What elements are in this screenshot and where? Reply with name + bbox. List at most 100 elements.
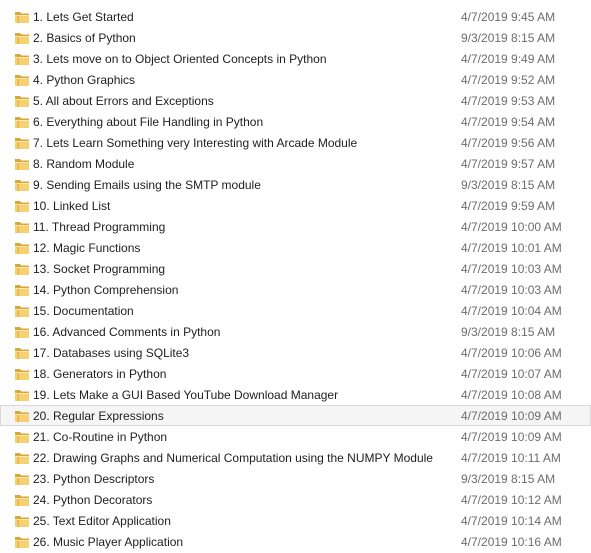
file-date-modified: 4/7/2019 10:14 AM [461, 514, 562, 528]
file-name: 12. Magic Functions [33, 241, 141, 255]
folder-icon [15, 390, 29, 401]
folder-icon [15, 327, 29, 338]
file-row[interactable]: 4. Python Graphics 4/7/2019 9:52 AM [0, 69, 591, 90]
file-row[interactable]: 13. Socket Programming 4/7/2019 10:03 AM [0, 258, 591, 279]
file-name: 5. All about Errors and Exceptions [33, 94, 214, 108]
folder-icon [15, 180, 29, 191]
file-name: 24. Python Decorators [33, 493, 153, 507]
file-name: 1. Lets Get Started [33, 10, 134, 24]
file-name: 26. Music Player Application [33, 535, 184, 549]
file-date-modified: 4/7/2019 10:16 AM [461, 535, 562, 549]
file-row[interactable]: 3. Lets move on to Object Oriented Conce… [0, 48, 591, 69]
folder-icon [15, 12, 29, 23]
folder-icon [15, 411, 29, 422]
file-date-modified: 4/7/2019 10:04 AM [461, 304, 562, 318]
file-name: 7. Lets Learn Something very Interesting… [33, 136, 358, 150]
file-name: 15. Documentation [33, 304, 134, 318]
file-name: 3. Lets move on to Object Oriented Conce… [33, 52, 327, 66]
file-row[interactable]: 9. Sending Emails using the SMTP module … [0, 174, 591, 195]
file-date-modified: 4/7/2019 9:49 AM [461, 52, 556, 66]
file-row[interactable]: 17. Databases using SQLite3 4/7/2019 10:… [0, 342, 591, 363]
file-date-modified: 4/7/2019 10:08 AM [461, 388, 562, 402]
file-date-modified: 4/7/2019 10:07 AM [461, 367, 562, 381]
file-name: 25. Text Editor Application [33, 514, 171, 528]
file-name: 2. Basics of Python [33, 31, 136, 45]
file-date-modified: 4/7/2019 9:54 AM [461, 115, 556, 129]
file-name: 23. Python Descriptors [33, 472, 155, 486]
file-row[interactable]: 5. All about Errors and Exceptions 4/7/2… [0, 90, 591, 111]
file-row[interactable]: 15. Documentation 4/7/2019 10:04 AM [0, 300, 591, 321]
file-row[interactable]: 19. Lets Make a GUI Based YouTube Downlo… [0, 384, 591, 405]
file-row[interactable]: 6. Everything about File Handling in Pyt… [0, 111, 591, 132]
folder-icon [15, 96, 29, 107]
file-name: 22. Drawing Graphs and Numerical Computa… [33, 451, 433, 465]
file-row[interactable]: 22. Drawing Graphs and Numerical Computa… [0, 447, 591, 468]
folder-icon [15, 453, 29, 464]
file-name: 17. Databases using SQLite3 [33, 346, 190, 360]
folder-icon [15, 33, 29, 44]
file-row[interactable]: 11. Thread Programming 4/7/2019 10:00 AM [0, 216, 591, 237]
file-date-modified: 9/3/2019 8:15 AM [461, 31, 556, 45]
file-name: 6. Everything about File Handling in Pyt… [33, 115, 264, 129]
folder-icon [15, 201, 29, 212]
file-date-modified: 9/3/2019 8:15 AM [461, 178, 556, 192]
folder-icon [15, 222, 29, 233]
folder-icon [15, 138, 29, 149]
file-name: 8. Random Module [33, 157, 135, 171]
file-date-modified: 4/7/2019 9:52 AM [461, 73, 556, 87]
folder-icon [15, 369, 29, 380]
file-row[interactable]: 10. Linked List 4/7/2019 9:59 AM [0, 195, 591, 216]
file-row[interactable]: 18. Generators in Python 4/7/2019 10:07 … [0, 363, 591, 384]
folder-icon [15, 432, 29, 443]
file-name: 19. Lets Make a GUI Based YouTube Downlo… [33, 388, 339, 402]
folder-icon [15, 537, 29, 548]
file-row[interactable]: 26. Music Player Application 4/7/2019 10… [0, 531, 591, 552]
file-date-modified: 4/7/2019 9:45 AM [461, 10, 556, 24]
file-date-modified: 4/7/2019 9:57 AM [461, 157, 556, 171]
file-row[interactable]: 7. Lets Learn Something very Interesting… [0, 132, 591, 153]
file-name: 4. Python Graphics [33, 73, 136, 87]
file-row[interactable]: 25. Text Editor Application 4/7/2019 10:… [0, 510, 591, 531]
file-date-modified: 4/7/2019 9:59 AM [461, 199, 556, 213]
file-row[interactable]: 8. Random Module 4/7/2019 9:57 AM [0, 153, 591, 174]
folder-icon [15, 54, 29, 65]
file-name: 11. Thread Programming [33, 220, 166, 234]
folder-icon [15, 159, 29, 170]
file-name: 13. Socket Programming [33, 262, 166, 276]
file-name: 10. Linked List [33, 199, 111, 213]
folder-icon [15, 264, 29, 275]
folder-icon [15, 516, 29, 527]
folder-icon [15, 474, 29, 485]
file-row[interactable]: 16. Advanced Comments in Python 9/3/2019… [0, 321, 591, 342]
folder-icon [15, 495, 29, 506]
folder-icon [15, 117, 29, 128]
file-name: 9. Sending Emails using the SMTP module [33, 178, 261, 192]
file-list: 1. Lets Get Started 4/7/2019 9:45 AM 2. … [0, 6, 591, 552]
file-name: 16. Advanced Comments in Python [33, 325, 221, 339]
file-date-modified: 4/7/2019 10:11 AM [461, 451, 561, 465]
file-row[interactable]: 20. Regular Expressions 4/7/2019 10:09 A… [0, 405, 591, 426]
file-name: 18. Generators in Python [33, 367, 167, 381]
file-row[interactable]: 12. Magic Functions 4/7/2019 10:01 AM [0, 237, 591, 258]
file-date-modified: 9/3/2019 8:15 AM [461, 325, 556, 339]
file-date-modified: 4/7/2019 10:00 AM [461, 220, 562, 234]
file-date-modified: 4/7/2019 10:01 AM [461, 241, 562, 255]
file-row[interactable]: 1. Lets Get Started 4/7/2019 9:45 AM [0, 6, 591, 27]
file-row[interactable]: 2. Basics of Python 9/3/2019 8:15 AM [0, 27, 591, 48]
file-row[interactable]: 23. Python Descriptors 9/3/2019 8:15 AM [0, 468, 591, 489]
file-date-modified: 4/7/2019 10:09 AM [461, 430, 562, 444]
folder-icon [15, 306, 29, 317]
file-row[interactable]: 21. Co-Routine in Python 4/7/2019 10:09 … [0, 426, 591, 447]
file-name: 14. Python Comprehension [33, 283, 179, 297]
file-date-modified: 4/7/2019 9:53 AM [461, 94, 556, 108]
file-row[interactable]: 24. Python Decorators 4/7/2019 10:12 AM [0, 489, 591, 510]
file-row[interactable]: 14. Python Comprehension 4/7/2019 10:03 … [0, 279, 591, 300]
file-date-modified: 4/7/2019 9:56 AM [461, 136, 556, 150]
file-date-modified: 4/7/2019 10:03 AM [461, 262, 562, 276]
file-date-modified: 4/7/2019 10:06 AM [461, 346, 562, 360]
file-name: 20. Regular Expressions [33, 409, 164, 423]
file-date-modified: 4/7/2019 10:12 AM [461, 493, 562, 507]
file-date-modified: 4/7/2019 10:03 AM [461, 283, 562, 297]
folder-icon [15, 243, 29, 254]
folder-icon [15, 75, 29, 86]
